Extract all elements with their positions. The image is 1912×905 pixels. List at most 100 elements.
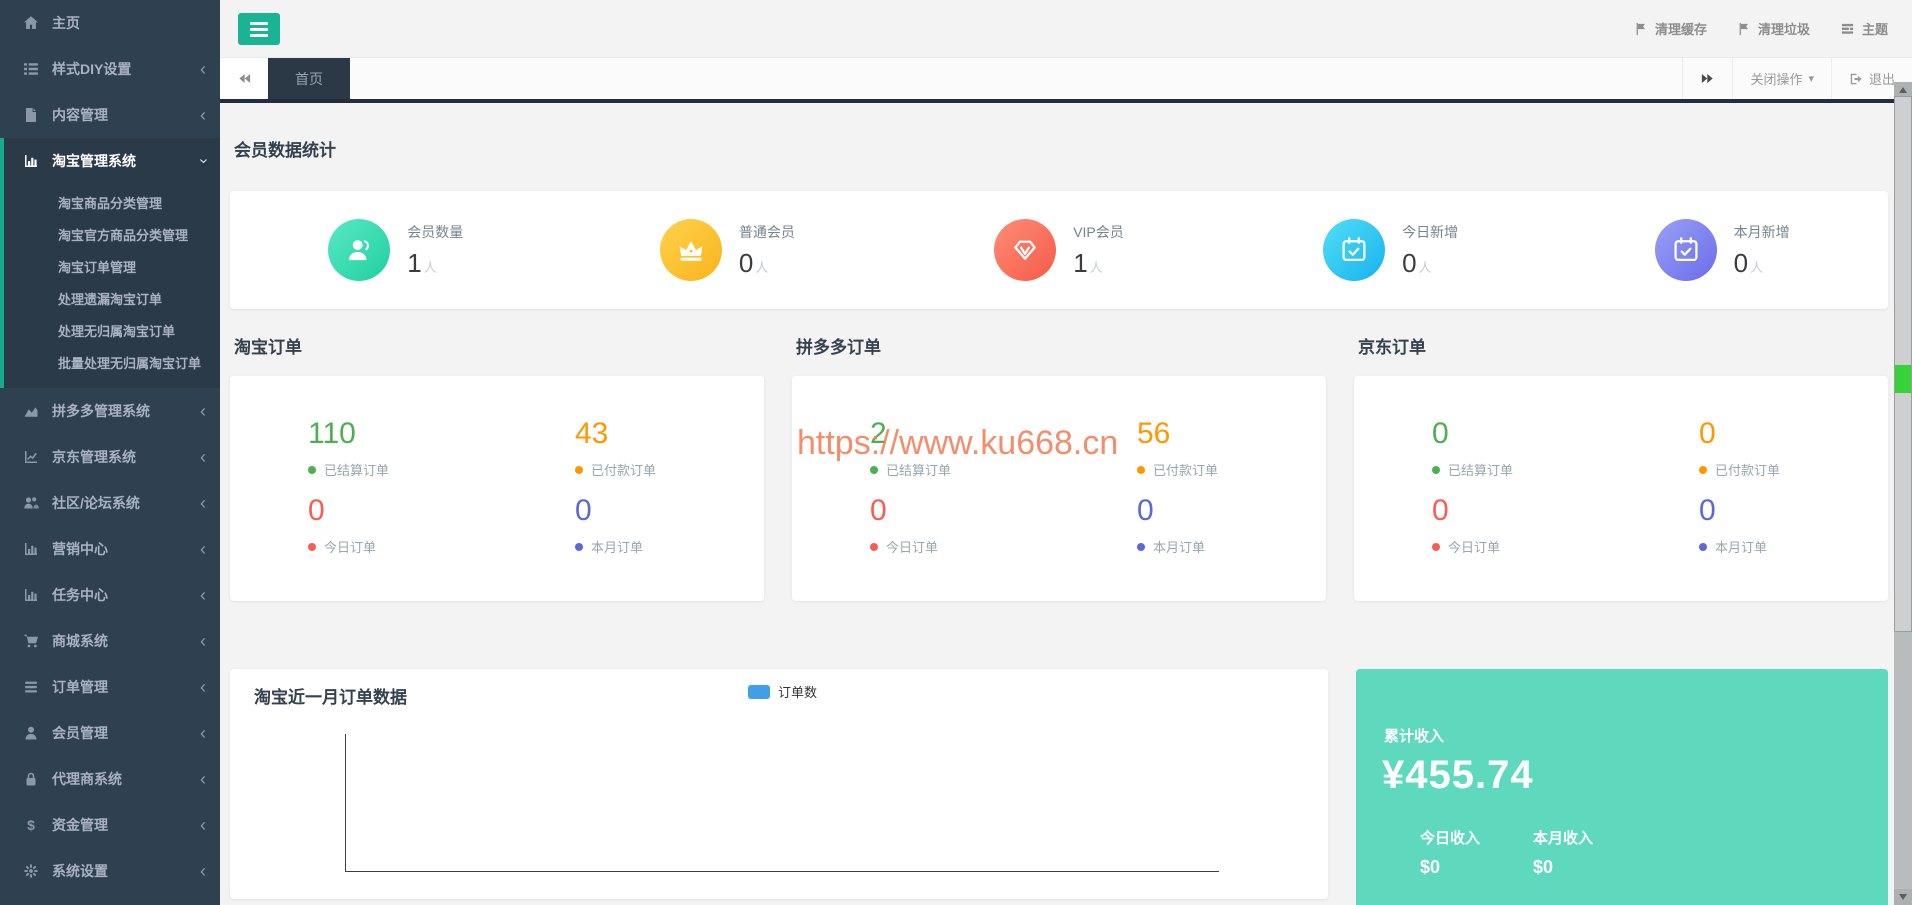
chevron-left-icon: ‹: [200, 723, 206, 743]
home-icon: [22, 15, 40, 31]
chevron-left-icon: ‹: [200, 631, 206, 651]
scrollbar-green-marker: [1895, 365, 1911, 393]
sidebar-item-settings[interactable]: 系统设置 ‹: [0, 848, 220, 894]
tabs-scroll-left-button[interactable]: [220, 58, 268, 99]
taobao-orders-section: 淘宝订单 110 已结算订单 43 已付款订单 0 今日订单 0 本月订单: [230, 333, 764, 601]
sidebar-item-pdd-system[interactable]: 拼多多管理系统 ‹: [0, 388, 220, 434]
page-scrollbar[interactable]: [1894, 82, 1912, 905]
sidebar-item-label: 订单管理: [52, 679, 108, 695]
order-stat-today: 0 今日订单: [1354, 493, 1621, 556]
sidebar-item-agents[interactable]: 代理商系统 ‹: [0, 756, 220, 802]
chevron-left-icon: ‹: [200, 677, 206, 697]
sidebar-item-marketing[interactable]: 营销中心 ‹: [0, 526, 220, 572]
order-stat-value: 110: [308, 417, 356, 450]
revenue-month-label: 本月收入: [1533, 830, 1594, 847]
scrollbar-down-button[interactable]: [1894, 889, 1912, 905]
order-stat-label: 今日订单: [308, 537, 497, 556]
order-stat-month: 0 本月订单: [497, 493, 764, 556]
chevron-left-icon: ‹: [200, 585, 206, 605]
sidebar-subitem-taobao-category[interactable]: 淘宝商品分类管理: [4, 186, 220, 218]
clear-trash-button[interactable]: 清理垃圾: [1737, 19, 1810, 38]
red-dot-icon: [1432, 542, 1440, 551]
sidebar-subitem-taobao-missed-orders[interactable]: 处理遗漏淘宝订单: [4, 282, 220, 314]
theme-button[interactable]: 主题: [1840, 19, 1888, 38]
jd-orders-title: 京东订单: [1358, 338, 1426, 357]
sidebar-item-community[interactable]: 社区/论坛系统 ‹: [0, 480, 220, 526]
clear-cache-button[interactable]: 清理缓存: [1634, 19, 1707, 38]
stat-label: VIP会员: [1073, 223, 1124, 240]
bar-chart-icon: [22, 153, 40, 169]
order-stat-today: 0 今日订单: [230, 493, 497, 556]
theme-icon: [1841, 23, 1854, 34]
order-stat-value: 0: [1432, 494, 1449, 527]
gem-icon: [994, 219, 1057, 281]
chevron-left-icon: ‹: [200, 59, 206, 79]
order-stat-value: 0: [1137, 494, 1154, 527]
sidebar-subitem-taobao-unowned-orders[interactable]: 处理无归属淘宝订单: [4, 314, 220, 346]
sidebar-toggle-button[interactable]: [238, 13, 280, 45]
sidebar-item-label: 代理商系统: [52, 771, 122, 787]
close-operations-dropdown[interactable]: 关闭操作 ▾: [1732, 58, 1831, 99]
sidebar-item-home[interactable]: 主页: [0, 0, 220, 46]
chart-legend[interactable]: 订单数: [748, 682, 817, 701]
order-stat-value: 43: [575, 417, 609, 450]
line-chart-icon: [22, 449, 40, 465]
sidebar-subitem-taobao-orders[interactable]: 淘宝订单管理: [4, 250, 220, 282]
sidebar-item-funds[interactable]: $ 资金管理 ‹: [0, 802, 220, 848]
order-stat-label: 本月订单: [1137, 537, 1326, 556]
jd-orders-card: 0 已结算订单 0 已付款订单 0 今日订单 0 本月订单: [1354, 376, 1888, 601]
user-icon: [22, 725, 40, 741]
sidebar-item-style-diy[interactable]: 样式DIY设置 ‹: [0, 46, 220, 92]
sidebar-item-orders[interactable]: 订单管理 ‹: [0, 664, 220, 710]
lock-icon: [22, 771, 40, 787]
chevron-left-icon: ‹: [200, 447, 206, 467]
stat-label: 本月新增: [1733, 223, 1790, 240]
stat-value: 1人: [407, 247, 437, 278]
topbar-actions: 清理缓存 清理垃圾 主题: [1634, 19, 1912, 38]
order-stat-label: 已结算订单: [870, 460, 1059, 479]
stat-normal-members: 普通会员 0人: [562, 219, 894, 281]
tab-home[interactable]: 首页: [268, 58, 350, 99]
sidebar-subitem-taobao-batch-unowned[interactable]: 批量处理无归属淘宝订单: [4, 346, 220, 378]
order-stat-settled: 110 已结算订单: [230, 416, 497, 479]
chevron-down-icon: ‹: [194, 158, 212, 164]
sidebar-subitem-taobao-official-category[interactable]: 淘宝官方商品分类管理: [4, 218, 220, 250]
revenue-total-value: ¥455.74: [1382, 753, 1534, 797]
sidebar: 主页 样式DIY设置 ‹ 内容管理 ‹ 淘宝管理系统 ‹ 淘宝商品分类管理 淘宝…: [0, 0, 220, 905]
tabbar: 首页 关闭操作 ▾ 退出: [220, 58, 1912, 103]
order-sections: 淘宝订单 110 已结算订单 43 已付款订单 0 今日订单 0 本月订单 拼多…: [230, 333, 1888, 601]
tabs-scroll-right-button[interactable]: [1682, 58, 1732, 99]
order-stat-value: 0: [870, 494, 887, 527]
order-stat-today: 0 今日订单: [792, 493, 1059, 556]
taobao-month-chart-card: 淘宝近一月订单数据 订单数: [230, 669, 1328, 899]
blue-dot-icon: [575, 542, 583, 551]
stat-value: 0人: [1402, 247, 1432, 278]
sidebar-item-label: 淘宝管理系统: [52, 153, 136, 169]
sidebar-item-mall[interactable]: 商城系统 ‹: [0, 618, 220, 664]
flag-icon: [1739, 22, 1748, 35]
tabbar-controls: 关闭操作 ▾ 退出: [1682, 58, 1912, 99]
rewind-icon: [238, 74, 250, 83]
tab-home-label: 首页: [295, 70, 323, 87]
order-stat-month: 0 本月订单: [1621, 493, 1888, 556]
orange-dot-icon: [1699, 465, 1707, 474]
chevron-left-icon: ‹: [200, 401, 206, 421]
sidebar-item-content-mgmt[interactable]: 内容管理 ‹: [0, 92, 220, 138]
crown-icon: [659, 219, 722, 281]
file-icon: [22, 107, 40, 123]
scrollbar-thumb[interactable]: [1894, 96, 1912, 632]
sidebar-item-label: 资金管理: [52, 817, 108, 833]
close-operations-label: 关闭操作: [1750, 72, 1803, 87]
jd-orders-section: 京东订单 0 已结算订单 0 已付款订单 0 今日订单 0 本月订单: [1354, 333, 1888, 601]
bar-chart-icon: [22, 587, 40, 603]
order-stat-value: 0: [1432, 417, 1449, 450]
sidebar-item-label: 京东管理系统: [52, 449, 136, 465]
order-stat-month: 0 本月订单: [1059, 493, 1326, 556]
sidebar-item-jd-system[interactable]: 京东管理系统 ‹: [0, 434, 220, 480]
sidebar-item-taobao-system[interactable]: 淘宝管理系统 ‹: [4, 138, 220, 184]
chevron-left-icon: ‹: [200, 493, 206, 513]
member-stats-card: 会员数量 1人 普通会员 0人 VIP会员 1人 今日新增 0 人 本月新增 0…: [230, 191, 1888, 309]
green-dot-icon: [870, 465, 878, 474]
sidebar-item-tasks[interactable]: 任务中心 ‹: [0, 572, 220, 618]
sidebar-item-members[interactable]: 会员管理 ‹: [0, 710, 220, 756]
